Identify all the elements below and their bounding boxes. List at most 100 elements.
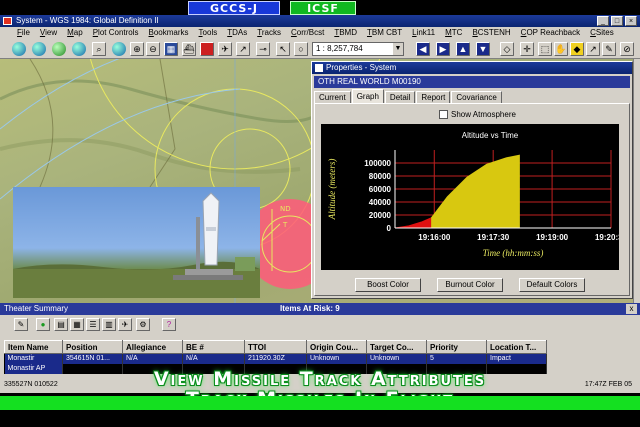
theater-toolbar: ✎ ● ▤ ▦ ☰ ▥ ✈ ⚙ ? (0, 315, 640, 333)
y-tick-label: 80000 (369, 172, 392, 181)
chart-title: Altitude vs Time (462, 131, 519, 140)
close-icon[interactable]: x (626, 304, 637, 314)
pin-icon[interactable]: ✎ (14, 318, 28, 331)
menu-bcstenh[interactable]: BCSTENH (467, 27, 515, 39)
map-scrollbar[interactable] (633, 59, 640, 304)
properties-title: Properties - System (326, 63, 397, 72)
zoom-out-icon[interactable]: ⊖ (146, 42, 160, 56)
bottom-border (0, 410, 640, 427)
table-icon[interactable]: ▤ (54, 318, 68, 331)
menu-link11[interactable]: Link11 (407, 27, 440, 39)
theater-titlebar: Theater Summary Items At Risk: 9 x (0, 303, 640, 315)
show-atmosphere-checkbox[interactable] (439, 110, 448, 119)
menu-cop-reachback[interactable]: COP Reachback (516, 27, 585, 39)
arrow-icon[interactable]: ↗ (236, 42, 250, 56)
window-titlebar: System - WGS 1984: Global Definition II … (0, 15, 640, 27)
scale-select[interactable]: 1 : 8,257,784 ▼ (312, 42, 404, 56)
highlight-icon[interactable]: ◆ (570, 42, 584, 56)
menu-tdas[interactable]: TDAs (222, 27, 252, 39)
layer-icon[interactable] (200, 42, 214, 56)
table-cell: 354615N 01... (62, 353, 123, 364)
svg-text:T: T (282, 221, 288, 229)
measure-icon[interactable]: ⊸ (256, 42, 270, 56)
chevron-down-icon[interactable]: ▼ (393, 43, 403, 55)
hand-icon[interactable]: ✋ (554, 42, 568, 56)
icsf-logo: ICSF (290, 1, 356, 15)
select-icon[interactable]: ⬚ (538, 42, 552, 56)
airplane-icon[interactable]: ✈ (118, 318, 132, 331)
menu-tbm-cbt[interactable]: TBM CBT (362, 27, 407, 39)
caption-line-1: View Missile Track Attributes (153, 368, 487, 390)
svg-text:ND: ND (280, 205, 291, 213)
column-header[interactable]: Priority (426, 340, 487, 354)
table-cell: Unknown (306, 353, 367, 364)
globe-icon[interactable] (52, 42, 66, 56)
recenter-icon[interactable]: ◇ (500, 42, 514, 56)
zoom-in-icon[interactable]: ⊕ (130, 42, 144, 56)
airplane-icon[interactable]: ✈ (218, 42, 232, 56)
properties-window: Properties - System OTH REAL WORLD M0019… (311, 61, 633, 299)
ship-icon[interactable]: ⛴ (182, 42, 196, 56)
track-name: OTH REAL WORLD M00190 (314, 76, 630, 88)
table-row[interactable]: Monastir 354615N 01... N/A N/A 211920.30… (4, 353, 547, 364)
globe-icon[interactable] (12, 42, 26, 56)
table-cell: Monastir (4, 353, 63, 364)
pan-right-icon[interactable]: ▶ (436, 42, 450, 56)
menu-tools[interactable]: Tools (194, 27, 223, 39)
column-header[interactable]: Location T... (486, 340, 547, 354)
y-tick-label: 40000 (369, 198, 392, 207)
table-cell: 211920.30Z (244, 353, 307, 364)
column-header[interactable]: Allegiance (122, 340, 183, 354)
boost-color-button[interactable]: Boost Color (355, 278, 421, 292)
globe-icon[interactable] (72, 42, 86, 56)
map-icon[interactable]: ▦ (164, 42, 178, 56)
default-colors-button[interactable]: Default Colors (519, 278, 585, 292)
close-button[interactable]: × (625, 16, 637, 26)
column-header[interactable]: Origin Cou... (306, 340, 367, 354)
grid-icon[interactable]: ▦ (70, 318, 84, 331)
menu-tbmd[interactable]: TBMD (329, 27, 362, 39)
menu-bar: File View Map Plot Controls Bookmarks To… (0, 27, 640, 39)
y-tick-label: 60000 (369, 185, 392, 194)
pan-down-icon[interactable]: ▼ (476, 42, 490, 56)
menu-file[interactable]: File (12, 27, 35, 39)
menu-tracks[interactable]: Tracks (252, 27, 286, 39)
logo-strip: GCCS-J ICSF (0, 0, 640, 16)
menu-csites[interactable]: CSites (585, 27, 619, 39)
draw-icon[interactable]: ↗ (586, 42, 600, 56)
green-banner (0, 396, 640, 410)
edit-icon[interactable]: ✎ (602, 42, 616, 56)
show-atmosphere-option[interactable]: Show Atmosphere (439, 110, 516, 119)
pan-up-icon[interactable]: ▲ (456, 42, 470, 56)
chart-icon[interactable]: ▥ (102, 318, 116, 331)
globe-icon[interactable] (112, 42, 126, 56)
pointer-icon[interactable]: ↖ (276, 42, 290, 56)
menu-corr-bcst[interactable]: Corr/Bcst (286, 27, 329, 39)
zoom-icon[interactable]: ⌕ (92, 42, 106, 56)
column-header[interactable]: TTOI (244, 340, 307, 354)
column-header[interactable]: BE # (182, 340, 245, 354)
list-icon[interactable]: ☰ (86, 318, 100, 331)
burnout-color-button[interactable]: Burnout Color (437, 278, 503, 292)
menu-bookmarks[interactable]: Bookmarks (144, 27, 194, 39)
help-icon[interactable]: ? (162, 318, 176, 331)
column-header[interactable]: Target Co... (366, 340, 427, 354)
menu-map[interactable]: Map (62, 27, 88, 39)
globe-icon[interactable] (32, 42, 46, 56)
circle-tool-icon[interactable]: ○ (294, 42, 308, 56)
menu-mtc[interactable]: MTC (440, 27, 467, 39)
menu-plot-controls[interactable]: Plot Controls (88, 27, 144, 39)
column-header[interactable]: Item Name (4, 340, 63, 354)
more-icon[interactable]: ⊘ (620, 42, 634, 56)
items-at-risk: Items At Risk: 9 (280, 304, 340, 313)
menu-view[interactable]: View (35, 27, 62, 39)
expand-icon[interactable]: ✛ (520, 42, 534, 56)
filter-icon[interactable]: ⚙ (136, 318, 150, 331)
tab-graph[interactable]: Graph (351, 89, 384, 104)
column-header[interactable]: Position (62, 340, 123, 354)
minimize-button[interactable]: _ (597, 16, 609, 26)
graph-panel: Show Atmosphere Altitude vs Time 0 20000 40… (314, 103, 630, 296)
pan-left-icon[interactable]: ◀ (416, 42, 430, 56)
refresh-icon[interactable]: ● (36, 318, 50, 331)
maximize-button[interactable]: □ (611, 16, 623, 26)
